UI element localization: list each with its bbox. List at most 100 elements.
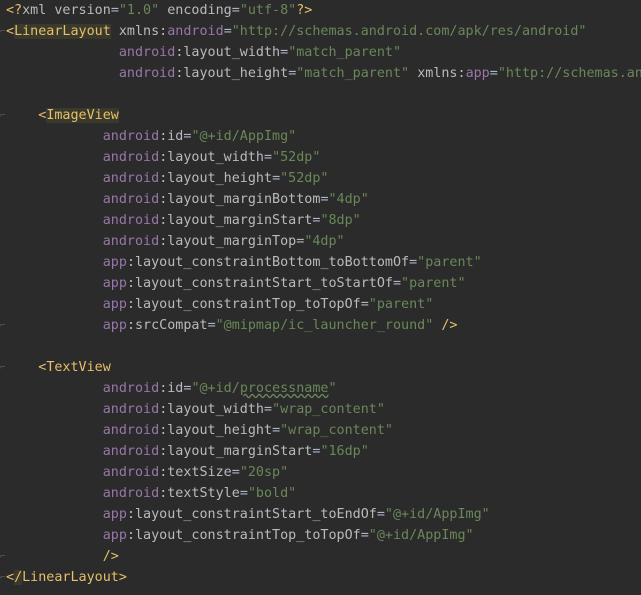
code-token: android [102,171,160,186]
code-line[interactable]: app:layout_constraintStart_toEndOf="@+id… [6,504,490,525]
code-token: "bold" [247,486,297,501]
code-line[interactable]: android:textSize="20sp" [6,462,288,483]
code-line[interactable]: <ImageView [6,105,119,126]
code-token: "parent" [401,276,466,291]
code-line[interactable]: android:layout_height="wrap_content" [6,420,393,441]
code-token: "@+id/AppImg" [384,507,490,522]
code-token: = [264,402,273,417]
code-token: "1.0" [118,3,160,18]
code-line[interactable]: app:layout_constraintBottom_toBottomOf="… [6,252,482,273]
code-token: /> [102,549,119,564]
code-token: "20sp" [239,465,289,480]
code-line[interactable]: app:layout_constraintTop_toTopOf="parent… [6,294,434,315]
code-line[interactable]: android:layout_width="52dp" [6,147,321,168]
code-token: :layout_marginBottom [159,192,321,207]
code-line[interactable]: android:layout_marginStart="16dp" [6,441,369,462]
code-token: :layout_constraintStart_toEndOf [126,507,377,522]
code-token: xmlns: [417,66,466,81]
fold-marker-icon[interactable]: ⌐ [0,552,6,562]
fold-marker-icon[interactable]: ⌐ [0,27,6,37]
code-token: android [167,24,224,39]
fold-marker-icon[interactable]: ⌐ [0,321,6,331]
code-line[interactable]: android:layout_marginTop="4dp" [6,231,345,252]
code-token: "http://schemas.android.com/apk/res/andr… [231,24,587,39]
code-token: app [465,66,490,81]
code-token: android [102,423,160,438]
code-token: app [102,276,127,291]
code-token: "wrap_content" [272,402,385,417]
code-token: :layout_constraintBottom_toBottomOf [126,255,410,270]
code-token: = [110,3,119,18]
code-line[interactable]: android:id="@+id/processname" [6,378,337,399]
code-token: android [102,192,160,207]
code-token: :layout_width [159,402,264,417]
code-token: :layout_width [175,45,281,60]
code-token: :layout_marginStart [159,444,313,459]
code-token: android [102,486,160,501]
code-token: android [102,465,160,480]
code-token: :layout_constraintStart_toStartOf [126,276,393,291]
code-token: :layout_constraintTop_toTopOf [126,297,361,312]
code-token: app [102,255,127,270]
code-token: = [280,45,289,60]
code-token: android [118,45,176,60]
code-token: encoding [159,3,232,18]
fold-marker-icon[interactable]: ⌐ [0,573,6,583]
code-token: android [102,129,160,144]
code-line[interactable]: android:layout_width="match_parent" [6,42,401,63]
code-token: = [207,318,216,333]
code-token: = [320,192,329,207]
code-line[interactable]: android:layout_height="52dp" [6,168,329,189]
code-token: :srcCompat [126,318,208,333]
code-token: LinearLayout [14,24,111,39]
code-editor[interactable]: <?xml version="1.0" encoding="utf-8"?> <L… [0,0,641,595]
code-line[interactable]: android:layout_height = "match_parent" xml… [6,63,641,84]
code-line[interactable]: android:layout_width="wrap_content" [6,399,385,420]
code-token: :layout_height [175,66,289,81]
fold-marker-icon[interactable]: ⌐ [0,363,6,373]
code-line[interactable]: <?xml version="1.0" encoding="utf-8"?> [6,0,312,21]
code-token: > [118,570,127,585]
fold-marker-icon[interactable]: ⌐ [0,111,6,121]
code-token: "wrap_content" [280,423,393,438]
code-line[interactable]: /> [6,546,119,567]
code-line[interactable]: android:layout_marginStart="8dp" [6,210,361,231]
code-line[interactable]: app:layout_constraintTop_toTopOf="@+id/A… [6,525,474,546]
code-token: app [102,297,127,312]
code-token: :layout_height [159,423,273,438]
code-token: :id [159,129,184,144]
code-token: app [102,528,127,543]
code-token: = [360,297,369,312]
code-token: xmlns: [118,24,168,39]
code-line[interactable]: android:textStyle="bold" [6,483,297,504]
code-token: xml version [22,3,111,18]
code-token: processname [239,381,329,396]
code-line[interactable]: <TextView [6,357,111,378]
code-token: " [328,381,337,396]
code-token: :layout_constraintTop_toTopOf [126,528,361,543]
code-line[interactable]: </LinearLayout> [6,567,127,588]
code-token: :layout_width [159,150,264,165]
code-line[interactable]: app:layout_constraintStart_toStartOf="pa… [6,273,466,294]
code-token: "parent" [417,255,482,270]
code-token: = [409,255,418,270]
code-token: "utf-8" [239,3,297,18]
code-line[interactable]: app:srcCompat="@mipmap/ic_launcher_round… [6,315,458,336]
code-line[interactable]: android:id="@+id/AppImg" [6,126,297,147]
code-line[interactable]: <LinearLayout xmlns:android="http://sche… [6,21,586,42]
code-line[interactable]: android:layout_marginBottom="4dp" [6,189,369,210]
